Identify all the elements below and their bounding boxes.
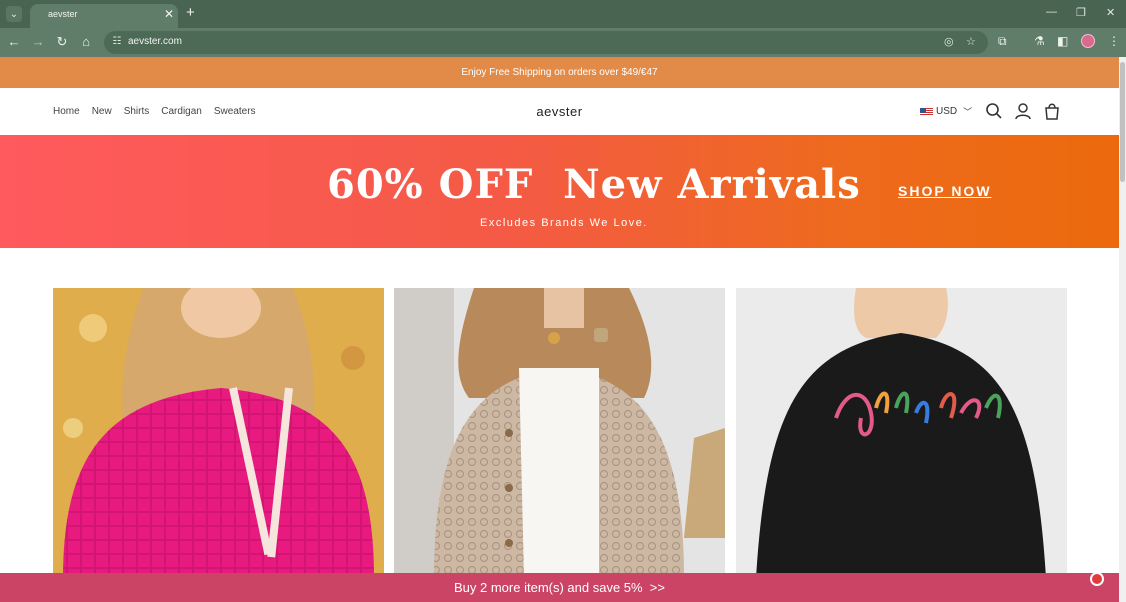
account-icon[interactable] <box>1014 102 1032 120</box>
browser-toolbar: ← → ↻ ⌂ ☷ aevster.com ◎ ☆ ⧉ ⚗ ◧ ⋮ <box>0 28 1126 57</box>
cart-savings-bar[interactable]: Buy 2 more item(s) and save 5% >> <box>0 573 1119 602</box>
product-card[interactable] <box>53 288 384 578</box>
currency-selector[interactable]: USD ﹀ <box>920 105 972 118</box>
scroll-thumb[interactable] <box>1120 62 1125 182</box>
reload-icon[interactable]: ↻ <box>54 34 70 50</box>
shop-now-link[interactable]: SHOP NOW <box>898 183 992 199</box>
product-card[interactable] <box>394 288 725 578</box>
menu-icon[interactable]: ⋮ <box>1108 34 1120 48</box>
web-page: Enjoy Free Shipping on orders over $49/€… <box>0 57 1119 602</box>
hero-title: 60% OFF New Arrivals <box>327 161 861 208</box>
labs-icon[interactable]: ⚗ <box>1034 34 1045 48</box>
extensions-icon[interactable]: ⧉ <box>998 34 1007 49</box>
cart-bag-icon[interactable] <box>1043 102 1061 120</box>
address-bar[interactable]: ☷ aevster.com ◎ ☆ <box>104 31 988 54</box>
product-image <box>736 288 1067 578</box>
tab-list-button[interactable]: ⌄ <box>6 6 22 22</box>
back-icon[interactable]: ← <box>6 34 22 50</box>
restore-icon[interactable]: ❐ <box>1076 6 1086 19</box>
minimize-icon[interactable]: — <box>1046 6 1057 18</box>
product-grid <box>53 288 1067 578</box>
currency-label: USD <box>936 106 958 117</box>
eye-off-icon[interactable]: ◎ <box>944 35 954 48</box>
chevron-down-icon: ﹀ <box>963 107 973 117</box>
product-image <box>394 288 725 578</box>
home-icon[interactable]: ⌂ <box>78 34 94 50</box>
bookmark-star-icon[interactable]: ☆ <box>966 35 976 48</box>
product-card[interactable] <box>736 288 1067 578</box>
browser-tab-bar: ⌄ aevster ✕ + — ❐ ✕ <box>0 0 1126 28</box>
tab-title: aevster <box>48 9 78 19</box>
announcement-bar: Enjoy Free Shipping on orders over $49/€… <box>0 57 1119 88</box>
close-window-icon[interactable]: ✕ <box>1106 6 1115 19</box>
search-icon[interactable] <box>985 102 1003 120</box>
product-image <box>53 288 384 578</box>
notification-badge-icon[interactable] <box>1090 572 1104 586</box>
new-tab-button[interactable]: + <box>186 4 195 21</box>
side-panel-icon[interactable]: ◧ <box>1057 34 1068 48</box>
browser-tab[interactable]: aevster ✕ <box>30 4 178 28</box>
profile-avatar[interactable] <box>1081 34 1095 48</box>
hero-subtitle: Excludes Brands We Love. <box>480 217 648 229</box>
url-text[interactable]: aevster.com <box>128 36 182 47</box>
us-flag-icon <box>920 107 933 116</box>
site-info-icon[interactable]: ☷ <box>110 35 124 49</box>
close-tab-icon[interactable]: ✕ <box>164 7 174 21</box>
site-header: Home New Shirts Cardigan Sweaters aevste… <box>0 88 1119 135</box>
page-scrollbar[interactable] <box>1119 57 1126 602</box>
forward-icon[interactable]: → <box>30 34 46 50</box>
hero-banner[interactable]: 60% OFF New Arrivals Excludes Brands We … <box>0 135 1119 248</box>
